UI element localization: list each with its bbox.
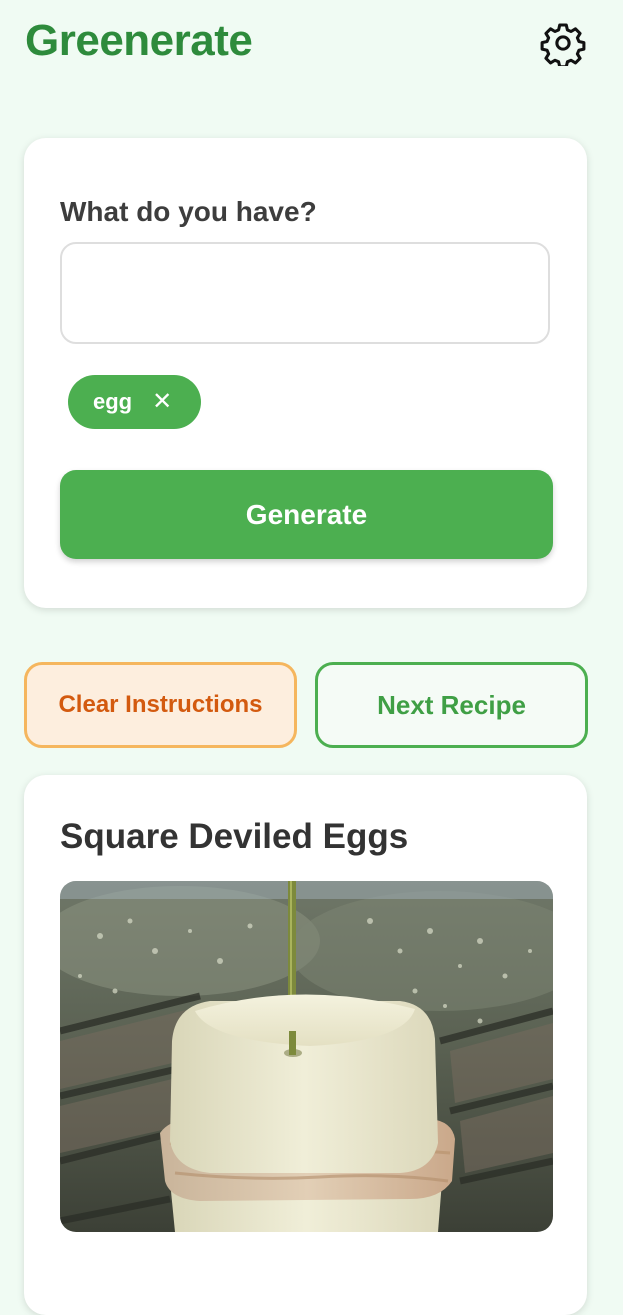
app-title: Greenerate <box>25 16 253 65</box>
ingredient-input[interactable] <box>60 242 550 344</box>
chip-remove-glyph: ✕ <box>152 388 173 415</box>
chip-label: egg <box>93 389 133 414</box>
gear-icon <box>540 23 586 66</box>
recipe-image <box>60 881 553 1232</box>
ingredient-card: What do you have? egg ✕ Generate <box>24 138 587 608</box>
ingredient-label: What do you have? <box>60 196 317 227</box>
recipe-card: Square Deviled Eggs <box>24 775 587 1315</box>
next-recipe-button[interactable]: Next Recipe <box>315 662 588 748</box>
generate-button[interactable]: Generate <box>60 470 553 559</box>
app-header: Greenerate <box>0 0 623 100</box>
ingredient-chip-egg: egg ✕ <box>68 375 201 429</box>
clear-instructions-button[interactable]: Clear Instructions <box>24 662 297 748</box>
close-icon[interactable]: ✕ <box>152 390 172 414</box>
settings-button[interactable] <box>536 16 590 70</box>
recipe-title: Square Deviled Eggs <box>60 817 409 856</box>
